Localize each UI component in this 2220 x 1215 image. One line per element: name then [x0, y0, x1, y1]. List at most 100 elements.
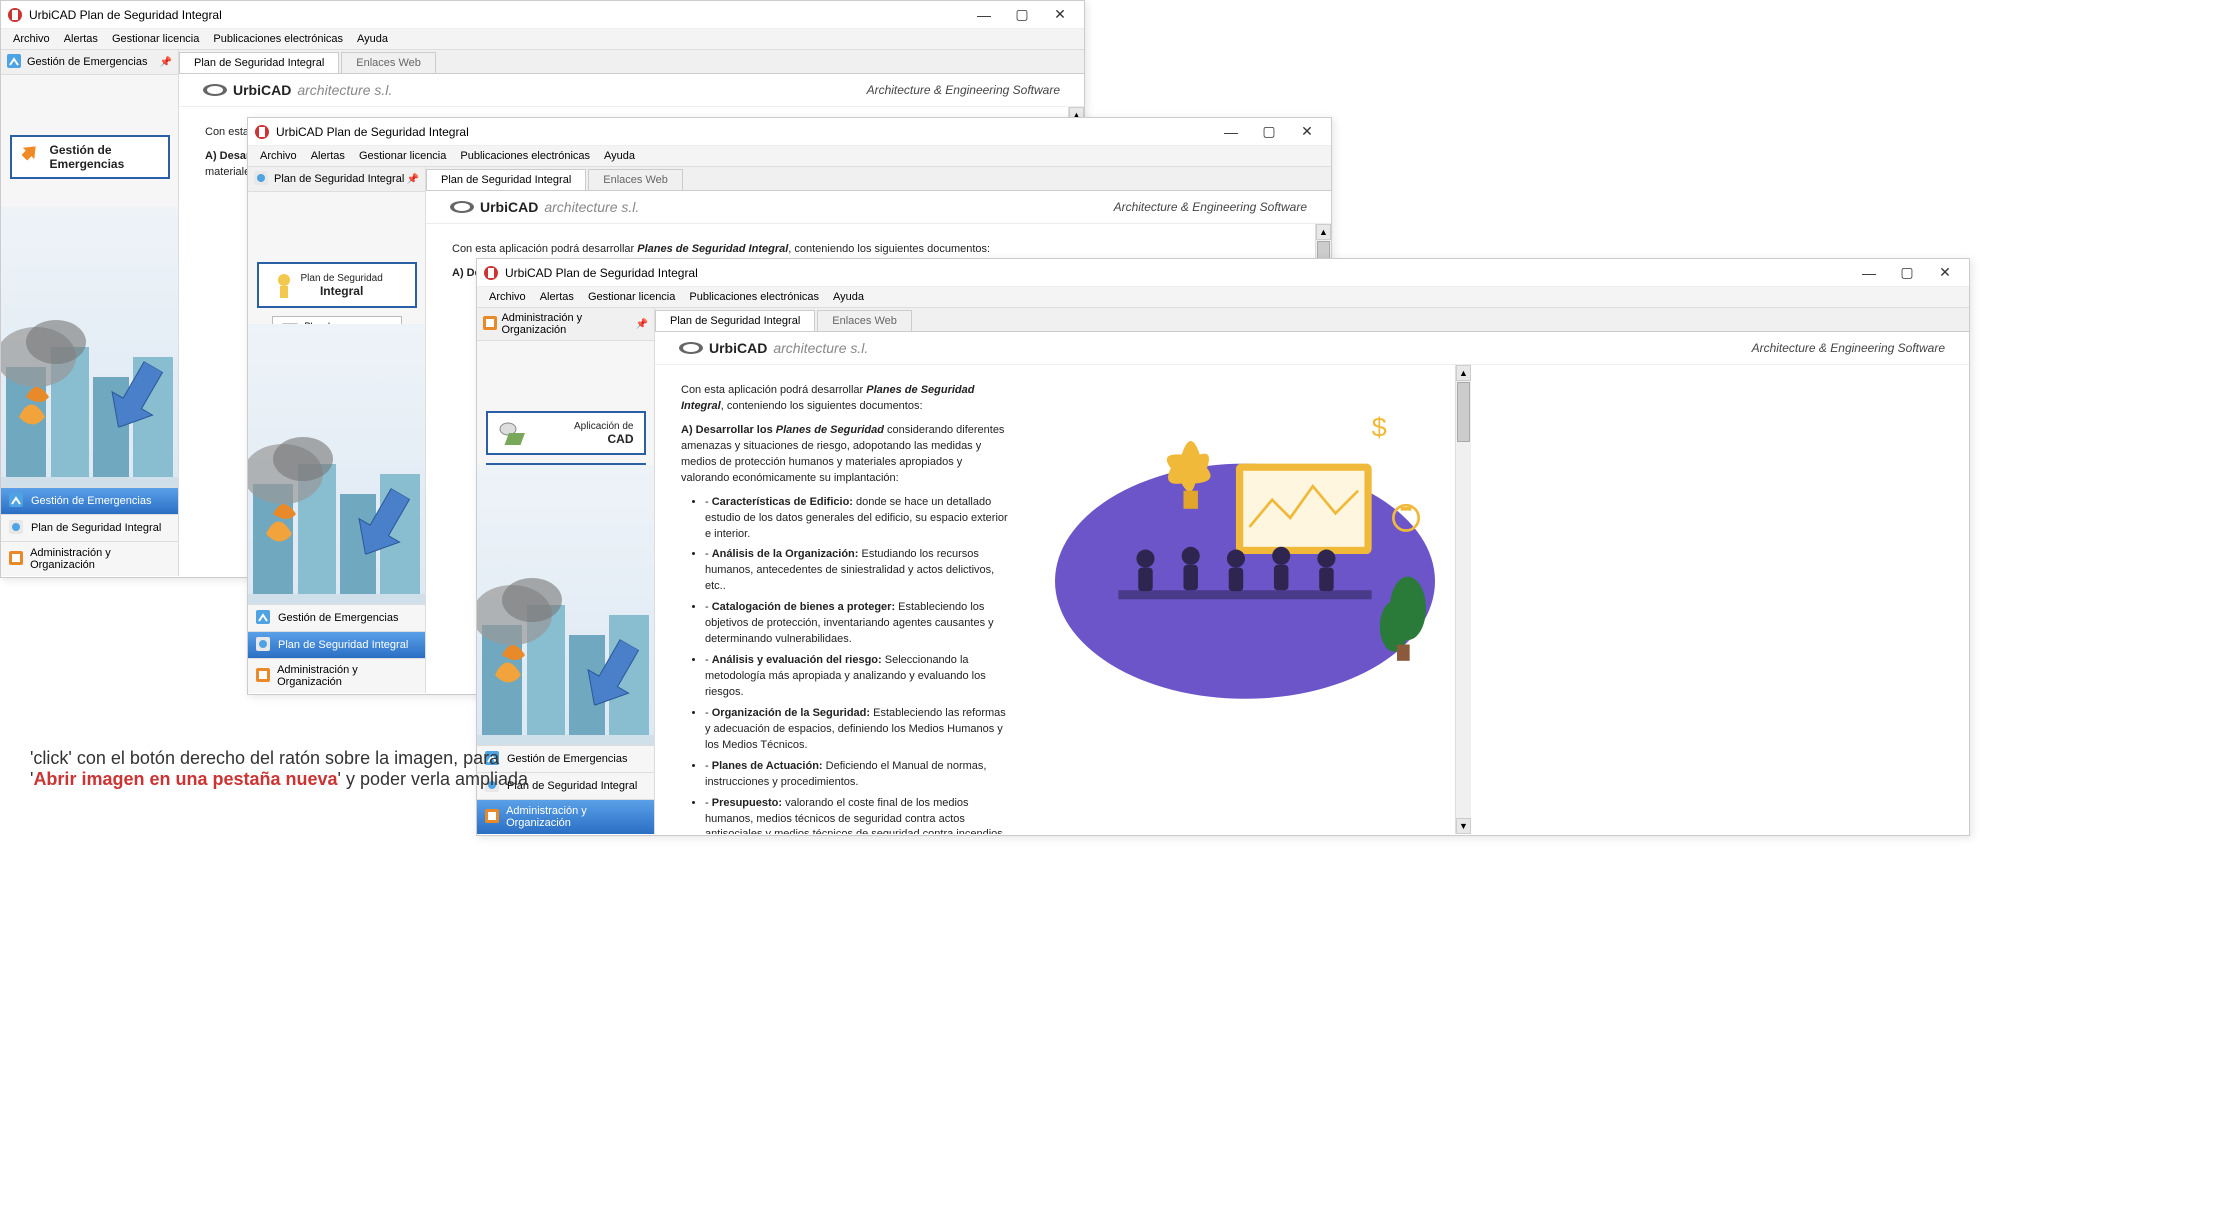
- sidebar-header-icon: [7, 54, 23, 70]
- close-button[interactable]: ✕: [1927, 262, 1963, 284]
- menu-alertas[interactable]: Alertas: [305, 148, 351, 164]
- minimize-button[interactable]: —: [1213, 121, 1249, 143]
- nav-admin[interactable]: Administración y Organización: [248, 658, 425, 693]
- brand: UrbiCAD architecture s.l.: [203, 82, 392, 98]
- nav-label: Plan de Seguridad Integral: [278, 639, 408, 651]
- maximize-button[interactable]: ▢: [1889, 262, 1925, 284]
- app-icon: [7, 7, 23, 23]
- scroll-thumb[interactable]: [1457, 382, 1470, 442]
- minimize-button[interactable]: —: [966, 4, 1002, 26]
- menu-archivo[interactable]: Archivo: [254, 148, 303, 164]
- scroll-down-icon[interactable]: ▼: [1456, 818, 1471, 834]
- close-button[interactable]: ✕: [1042, 4, 1078, 26]
- nav-icon: [256, 637, 272, 653]
- maximize-button[interactable]: ▢: [1251, 121, 1287, 143]
- sidebar: Gestión de Emergencias 📌 Gestión de Emer…: [1, 50, 179, 576]
- sidebar: Plan de Seguridad Integral 📌 Plan de Seg…: [248, 167, 426, 693]
- maximize-button[interactable]: ▢: [1004, 4, 1040, 26]
- nav-plan[interactable]: Plan de Seguridad Integral: [248, 631, 425, 658]
- menu-archivo[interactable]: Archivo: [7, 31, 56, 47]
- brand-name: UrbiCAD: [709, 340, 767, 356]
- nav-emergencias[interactable]: Gestión de Emergencias: [1, 487, 178, 514]
- brand-logo-icon: [203, 82, 227, 98]
- menu-publicaciones[interactable]: Publicaciones electrónicas: [454, 148, 596, 164]
- tab-enlaces[interactable]: Enlaces Web: [588, 169, 683, 190]
- fire-arrow-icon: [22, 144, 42, 170]
- menu-licencia[interactable]: Gestionar licencia: [106, 31, 205, 47]
- brand-name: UrbiCAD: [480, 199, 538, 215]
- titlebar: UrbiCAD Plan de Seguridad Integral — ▢ ✕: [477, 259, 1969, 287]
- tab-plan[interactable]: Plan de Seguridad Integral: [179, 52, 339, 73]
- content-tabs: Plan de Seguridad Integral Enlaces Web: [655, 308, 1969, 332]
- sidebar-header-label: Administración y Organización: [501, 312, 635, 336]
- nav-icon: [256, 668, 271, 684]
- tab-enlaces[interactable]: Enlaces Web: [817, 310, 912, 331]
- menu-alertas[interactable]: Alertas: [58, 31, 104, 47]
- menu-licencia[interactable]: Gestionar licencia: [353, 148, 452, 164]
- content-tabs: Plan de Seguridad Integral Enlaces Web: [426, 167, 1331, 191]
- menu-ayuda[interactable]: Ayuda: [351, 31, 394, 47]
- pin-icon[interactable]: 📌: [636, 319, 648, 330]
- menubar: Archivo Alertas Gestionar licencia Publi…: [477, 287, 1969, 308]
- sidebar-header-label: Gestión de Emergencias: [27, 56, 147, 68]
- city-illustration: [248, 324, 425, 604]
- scroll-up-icon[interactable]: ▲: [1316, 224, 1331, 240]
- minimize-button[interactable]: —: [1851, 262, 1887, 284]
- meeting-illustration: $: [1055, 385, 1435, 705]
- nav-label: Plan de Seguridad Integral: [31, 522, 161, 534]
- close-button[interactable]: ✕: [1289, 121, 1325, 143]
- brand-name: UrbiCAD: [233, 82, 291, 98]
- scrollbar[interactable]: ▲ ▼: [1455, 365, 1471, 834]
- tab-plan[interactable]: Plan de Seguridad Integral: [426, 169, 586, 190]
- brand-tag: architecture s.l.: [773, 340, 868, 356]
- tab-plan[interactable]: Plan de Seguridad Integral: [655, 310, 815, 331]
- nav-label: Gestión de Emergencias: [278, 612, 398, 624]
- brand-logo-icon: [450, 199, 474, 215]
- brand-logo-icon: [679, 340, 703, 356]
- nav-label: Administración y Organización: [30, 547, 170, 571]
- menu-publicaciones[interactable]: Publicaciones electrónicas: [683, 289, 825, 305]
- menu-ayuda[interactable]: Ayuda: [598, 148, 641, 164]
- menu-alertas[interactable]: Alertas: [534, 289, 580, 305]
- feature-item: - Análisis y evaluación del riesgo: Sele…: [705, 653, 1009, 701]
- tool-label-a: Plan de Seguridad: [301, 273, 383, 284]
- menu-publicaciones[interactable]: Publicaciones electrónicas: [207, 31, 349, 47]
- tool-label-b: Integral: [301, 284, 383, 298]
- brand-tag: architecture s.l.: [297, 82, 392, 98]
- city-illustration: [1, 207, 178, 487]
- nav-plan[interactable]: Plan de Seguridad Integral: [1, 514, 178, 541]
- window-title: UrbiCAD Plan de Seguridad Integral: [29, 8, 966, 22]
- nav-icon: [9, 493, 25, 509]
- nav-label: Gestión de Emergencias: [31, 495, 151, 507]
- window-title: UrbiCAD Plan de Seguridad Integral: [276, 125, 1213, 139]
- feature-item: - Presupuesto: valorando el coste final …: [705, 796, 1009, 834]
- scroll-up-icon[interactable]: ▲: [1456, 365, 1471, 381]
- app-icon: [483, 265, 499, 281]
- app-window-admin: UrbiCAD Plan de Seguridad Integral — ▢ ✕…: [476, 258, 1970, 836]
- svg-text:$: $: [1372, 411, 1387, 442]
- sidebar-header: Administración y Organización 📌: [477, 308, 654, 341]
- nav-emergencias[interactable]: Gestión de Emergencias: [248, 604, 425, 631]
- feature-item: - Organización de la Seguridad: Establec…: [705, 706, 1009, 754]
- brand-tag: architecture s.l.: [544, 199, 639, 215]
- key-person-icon: [269, 270, 299, 300]
- brand: UrbiCAD architecture s.l.: [679, 340, 868, 356]
- content-tabs: Plan de Seguridad Integral Enlaces Web: [179, 50, 1084, 74]
- brand: UrbiCAD architecture s.l.: [450, 199, 639, 215]
- pin-icon[interactable]: 📌: [160, 57, 172, 68]
- menu-ayuda[interactable]: Ayuda: [827, 289, 870, 305]
- nav-admin[interactable]: Administración y Organización: [1, 541, 178, 576]
- titlebar: UrbiCAD Plan de Seguridad Integral — ▢ ✕: [248, 118, 1331, 146]
- menubar: Archivo Alertas Gestionar licencia Publi…: [248, 146, 1331, 167]
- tab-enlaces[interactable]: Enlaces Web: [341, 52, 436, 73]
- tool-aplicacion-cad[interactable]: Aplicación de CAD: [486, 411, 646, 455]
- menu-archivo[interactable]: Archivo: [483, 289, 532, 305]
- tool-plan-seguridad-integral[interactable]: Plan de Seguridad Integral: [257, 262, 417, 308]
- brand-slogan: Architecture & Engineering Software: [1752, 341, 1945, 355]
- menu-licencia[interactable]: Gestionar licencia: [582, 289, 681, 305]
- nav-icon: [9, 520, 25, 536]
- nav-admin[interactable]: Administración y Organización: [477, 799, 654, 834]
- window-title: UrbiCAD Plan de Seguridad Integral: [505, 266, 1851, 280]
- pin-icon[interactable]: 📌: [407, 174, 419, 185]
- tool-gestion-emergencias[interactable]: Gestión de Emergencias: [10, 135, 170, 179]
